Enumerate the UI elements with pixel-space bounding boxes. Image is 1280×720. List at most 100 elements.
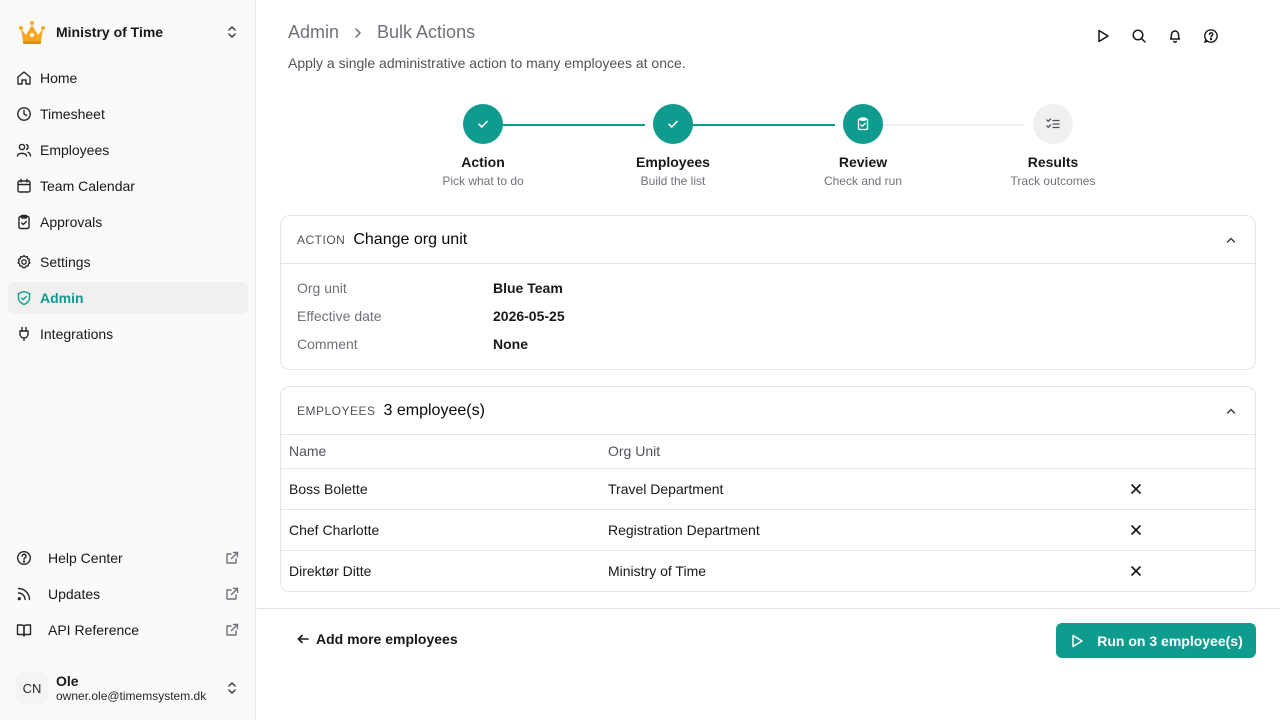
step-desc: Track outcomes: [1010, 174, 1096, 188]
step-title: Employees: [636, 154, 710, 170]
sidebar-item-label: Admin: [40, 290, 84, 306]
action-card-header[interactable]: ACTION Change org unit: [281, 216, 1255, 264]
cell-actions: [1116, 468, 1255, 510]
card-title: 3 employee(s): [383, 401, 485, 419]
play-icon[interactable]: [1093, 26, 1113, 46]
sidebar-item-label: Home: [40, 70, 78, 86]
api-reference-link[interactable]: API Reference: [8, 614, 248, 646]
play-icon: [1069, 633, 1085, 649]
column-header-name: Name: [281, 435, 600, 469]
updates-label: Updates: [48, 586, 101, 602]
detail-key: Comment: [297, 336, 358, 352]
sidebar-item-team-calendar[interactable]: Team Calendar: [8, 170, 248, 202]
step-action[interactable]: Action Pick what to do: [403, 104, 563, 188]
step-results: Results Track outcomes: [973, 104, 1133, 188]
main-nav: Home Timesheet Employees Team Calendar A…: [8, 62, 248, 354]
detail-row: Org unit Blue Team: [297, 274, 1239, 302]
cell-org-unit: Ministry of Time: [608, 562, 707, 579]
header-actions: [1093, 26, 1221, 46]
search-icon[interactable]: [1129, 26, 1149, 46]
cell-actions: [1116, 509, 1255, 551]
add-more-employees-button[interactable]: Add more employees: [288, 623, 466, 655]
action-details: Org unit Blue Team Effective date 2026-0…: [281, 264, 1255, 364]
chevron-up-icon[interactable]: [1223, 232, 1239, 248]
book-icon: [16, 622, 32, 638]
user-info: Ole owner.ole@timemsystem.dk: [56, 673, 224, 703]
sidebar-item-admin[interactable]: Admin: [8, 282, 248, 314]
user-menu[interactable]: CN Ole owner.ole@timemsystem.dk: [8, 664, 248, 712]
cell-name: Chef Charlotte: [281, 509, 600, 551]
table-header-row: Name Org Unit: [281, 435, 1255, 469]
breadcrumb-admin[interactable]: Admin: [288, 22, 339, 43]
cell-name: Boss Bolette: [281, 468, 600, 510]
external-link-icon: [224, 622, 240, 638]
sidebar-item-timesheet[interactable]: Timesheet: [8, 98, 248, 130]
employees-card-header[interactable]: EMPLOYEES 3 employee(s): [281, 387, 1255, 435]
sidebar-item-label: Integrations: [40, 326, 114, 342]
sidebar-item-settings[interactable]: Settings: [8, 246, 248, 278]
cell-org-unit: Registration Department: [600, 509, 1116, 551]
sidebar-item-label: Approvals: [40, 214, 103, 230]
secondary-nav: Help Center Updates API Reference: [8, 542, 248, 650]
detail-value: Blue Team: [493, 280, 563, 296]
remove-x-icon[interactable]: [1124, 477, 1148, 501]
external-link-icon: [224, 586, 240, 602]
column-header-org-unit: Org Unit: [600, 435, 1116, 469]
breadcrumb: Admin Bulk Actions: [288, 22, 475, 43]
external-link-icon: [224, 550, 240, 566]
detail-key: Effective date: [297, 308, 382, 324]
step-desc: Check and run: [823, 174, 903, 188]
page-subtitle: Apply a single administrative action to …: [288, 55, 686, 71]
remove-x-icon[interactable]: [1124, 559, 1148, 583]
main-content: Admin Bulk Actions Apply a single admini…: [257, 0, 1280, 720]
run-button-label: Run on 3 employee(s): [1097, 632, 1243, 649]
table-row: Direktør Ditte Ministry of Time: [281, 550, 1255, 591]
sidebar-item-integrations[interactable]: Integrations: [8, 318, 248, 350]
calendar-icon: [16, 178, 32, 194]
step-title: Review: [838, 154, 888, 170]
users-icon: [16, 142, 32, 158]
user-name: Ole: [56, 673, 79, 689]
cell-name: Direktør Ditte: [289, 562, 372, 579]
sidebar-item-label: Employees: [40, 142, 110, 158]
detail-value: 2026-05-25: [493, 308, 565, 324]
action-card: ACTION Change org unit Org unit Blue Tea…: [280, 215, 1256, 370]
sidebar-item-home[interactable]: Home: [8, 62, 248, 94]
plug-icon: [16, 326, 32, 342]
bulk-action-stepper: Action Pick what to do Employees Build t…: [257, 104, 1280, 194]
run-bulk-action-button[interactable]: Run on 3 employee(s): [1056, 623, 1256, 658]
org-switcher[interactable]: Ministry of Time: [8, 12, 248, 52]
detail-row: Effective date 2026-05-25: [297, 302, 1239, 330]
detail-key: Org unit: [297, 280, 347, 296]
remove-x-icon[interactable]: [1124, 518, 1148, 542]
clipboard-check-icon: [843, 104, 883, 144]
cell-actions: [1116, 550, 1255, 591]
employees-table: Name Org Unit Boss Bolette Travel Depart…: [281, 435, 1255, 591]
clock-icon: [16, 106, 32, 122]
help-center-link[interactable]: Help Center: [8, 542, 248, 574]
cell-org-unit: Travel Department: [600, 468, 1116, 510]
updates-link[interactable]: Updates: [8, 578, 248, 610]
wizard-footer: Add more employees Run on 3 employee(s): [257, 608, 1280, 720]
clipboard-check-icon: [16, 214, 32, 230]
check-icon: [653, 104, 693, 144]
sidebar-item-approvals[interactable]: Approvals: [8, 206, 248, 238]
sidebar-item-label: Settings: [40, 254, 91, 270]
card-kicker: EMPLOYEES: [297, 403, 376, 418]
card-title: Change org unit: [353, 230, 468, 248]
sidebar-item-employees[interactable]: Employees: [8, 134, 248, 166]
chevron-up-icon[interactable]: [1223, 403, 1239, 419]
bell-icon[interactable]: [1165, 26, 1185, 46]
step-employees[interactable]: Employees Build the list: [593, 104, 753, 188]
step-title: Results: [1027, 154, 1079, 170]
chevrons-up-down-icon: [224, 24, 240, 40]
shield-check-icon: [16, 290, 32, 306]
sidebar: Ministry of Time Home Timesheet Employee…: [0, 0, 256, 720]
chevrons-up-down-icon: [224, 680, 240, 696]
message-help-icon[interactable]: [1201, 26, 1221, 46]
help-circle-icon: [16, 550, 32, 566]
detail-row: Comment None: [297, 330, 1239, 358]
table-row: Boss Bolette Travel Department: [281, 468, 1255, 510]
breadcrumb-bulk-actions: Bulk Actions: [377, 22, 476, 42]
sidebar-item-label: Team Calendar: [40, 178, 135, 194]
